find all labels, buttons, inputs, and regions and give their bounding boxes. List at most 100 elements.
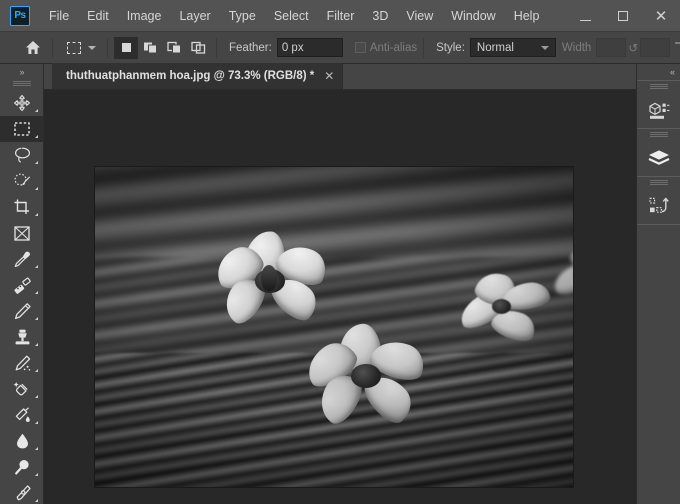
- home-icon[interactable]: [20, 37, 46, 59]
- anti-alias-label: Anti-alias: [369, 41, 418, 54]
- width-label: Width: [561, 41, 592, 54]
- chevron-down-icon: [540, 46, 549, 50]
- document-tab-bar: thuthuatphanmem hoa.jpg @ 73.3% (RGB/8) …: [44, 63, 636, 90]
- gradient-tool-button[interactable]: [0, 402, 44, 428]
- properties-panel-button[interactable]: [637, 92, 680, 128]
- panel-drag-handle[interactable]: [637, 81, 680, 92]
- link-dimensions-icon: ↺: [628, 42, 638, 55]
- tool-flyout-indicator: [35, 161, 38, 164]
- dodge-tool-button[interactable]: [0, 454, 44, 480]
- menu-window[interactable]: Window: [442, 5, 504, 27]
- tool-flyout-indicator: [35, 499, 38, 502]
- tool-flyout-indicator: [35, 473, 38, 476]
- menu-3d[interactable]: 3D: [363, 5, 397, 27]
- menu-edit[interactable]: Edit: [78, 5, 118, 27]
- crop-tool-button[interactable]: [0, 194, 44, 220]
- tool-preset-picker[interactable]: [63, 37, 101, 59]
- menu-help[interactable]: Help: [505, 5, 549, 27]
- panel-dock-empty-area: [637, 224, 680, 504]
- panel-drag-handle[interactable]: [637, 177, 680, 188]
- menu-select[interactable]: Select: [265, 5, 318, 27]
- tool-flyout-indicator: [35, 447, 38, 450]
- photoshop-logo-icon: Ps: [10, 5, 30, 26]
- collapse-panels-button[interactable]: «: [637, 64, 680, 80]
- rectangular-marquee-tool-button[interactable]: [0, 116, 44, 142]
- document-tab-title: thuthuatphanmem hoa.jpg @ 73.3% (RGB/8) …: [66, 70, 315, 82]
- tool-list: [0, 88, 44, 504]
- actions-panel-group: [637, 176, 680, 224]
- rectangular-marquee-icon: [63, 37, 85, 59]
- tool-flyout-indicator: [35, 265, 38, 268]
- subtract-from-selection-button[interactable]: [162, 37, 186, 59]
- anti-alias-checkbox[interactable]: Anti-alias: [354, 41, 418, 54]
- close-button[interactable]: ✕: [642, 0, 680, 32]
- intersect-with-selection-button[interactable]: [186, 37, 210, 59]
- maximize-button[interactable]: [604, 0, 642, 32]
- history-brush-tool-button[interactable]: [0, 350, 44, 376]
- document-canvas[interactable]: [95, 167, 573, 487]
- tool-flyout-indicator: [35, 187, 38, 190]
- layers-panel-button[interactable]: [637, 140, 680, 176]
- chevron-down-icon: [88, 45, 96, 50]
- close-icon: ✕: [654, 7, 668, 25]
- menu-filter[interactable]: Filter: [318, 5, 364, 27]
- frame-tool-button[interactable]: [0, 220, 44, 246]
- tool-flyout-indicator: [35, 369, 38, 372]
- feather-label: Feather:: [229, 41, 272, 54]
- tool-flyout-indicator: [35, 421, 38, 424]
- lasso-tool-button[interactable]: [0, 142, 44, 168]
- toolbar-drag-handle[interactable]: [0, 78, 43, 88]
- eyedropper-tool-button[interactable]: [0, 246, 44, 272]
- document-tab[interactable]: thuthuatphanmem hoa.jpg @ 73.3% (RGB/8) …: [52, 63, 344, 89]
- window-controls: ✕: [566, 0, 680, 32]
- clone-stamp-tool-button[interactable]: [0, 324, 44, 350]
- menu-layer[interactable]: Layer: [170, 5, 219, 27]
- layers-panel-group: [637, 128, 680, 176]
- photo-image: [95, 167, 573, 487]
- width-input[interactable]: [596, 38, 627, 57]
- actions-panel-button[interactable]: [637, 188, 680, 224]
- menu-type[interactable]: Type: [220, 5, 265, 27]
- feather-input[interactable]: [276, 38, 343, 57]
- tool-flyout-indicator: [35, 343, 38, 346]
- tools-panel: »: [0, 64, 44, 504]
- canvas-area[interactable]: [44, 90, 636, 504]
- height-input[interactable]: [639, 38, 670, 57]
- toolbar-expand-button[interactable]: »: [0, 64, 43, 78]
- minimize-icon: [579, 19, 591, 21]
- add-to-selection-button[interactable]: [138, 37, 162, 59]
- properties-panel-group: [637, 80, 680, 128]
- menu-bar: Ps File Edit Image Layer Type Select Fil…: [0, 0, 680, 32]
- options-separator-4: [423, 37, 425, 58]
- eraser-tool-button[interactable]: [0, 376, 44, 402]
- tool-flyout-indicator: [35, 213, 38, 216]
- pen-tool-button[interactable]: [0, 480, 44, 504]
- move-tool-button[interactable]: [0, 90, 44, 116]
- panel-drag-handle[interactable]: [637, 129, 680, 140]
- tool-flyout-indicator: [35, 109, 38, 112]
- new-selection-button[interactable]: [114, 36, 138, 59]
- options-separator-1: [52, 37, 53, 58]
- menu-file[interactable]: File: [40, 5, 78, 27]
- style-select[interactable]: Normal: [469, 38, 556, 57]
- menu-view[interactable]: View: [397, 5, 442, 27]
- tool-flyout-indicator: [35, 395, 38, 398]
- tool-flyout-indicator: [35, 135, 38, 138]
- blur-tool-button[interactable]: [0, 428, 44, 454]
- tool-flyout-indicator: [35, 317, 38, 320]
- options-separator-3: [216, 37, 217, 58]
- menu-image[interactable]: Image: [118, 5, 171, 27]
- close-icon[interactable]: ✕: [324, 70, 334, 82]
- spot-healing-brush-tool-button[interactable]: [0, 272, 44, 298]
- options-bar: Feather: Anti-alias Style: Normal Width …: [0, 32, 680, 64]
- options-separator-2: [107, 37, 108, 58]
- photoshop-window: Ps File Edit Image Layer Type Select Fil…: [0, 0, 680, 504]
- checkbox-box: [354, 42, 366, 53]
- select-subject-icon[interactable]: [670, 37, 680, 59]
- maximize-icon: [618, 11, 628, 21]
- brush-tool-button[interactable]: [0, 298, 44, 324]
- quick-selection-tool-button[interactable]: [0, 168, 44, 194]
- minimize-button[interactable]: [566, 0, 604, 32]
- panel-dock: «: [636, 64, 680, 504]
- style-value: Normal: [476, 41, 514, 54]
